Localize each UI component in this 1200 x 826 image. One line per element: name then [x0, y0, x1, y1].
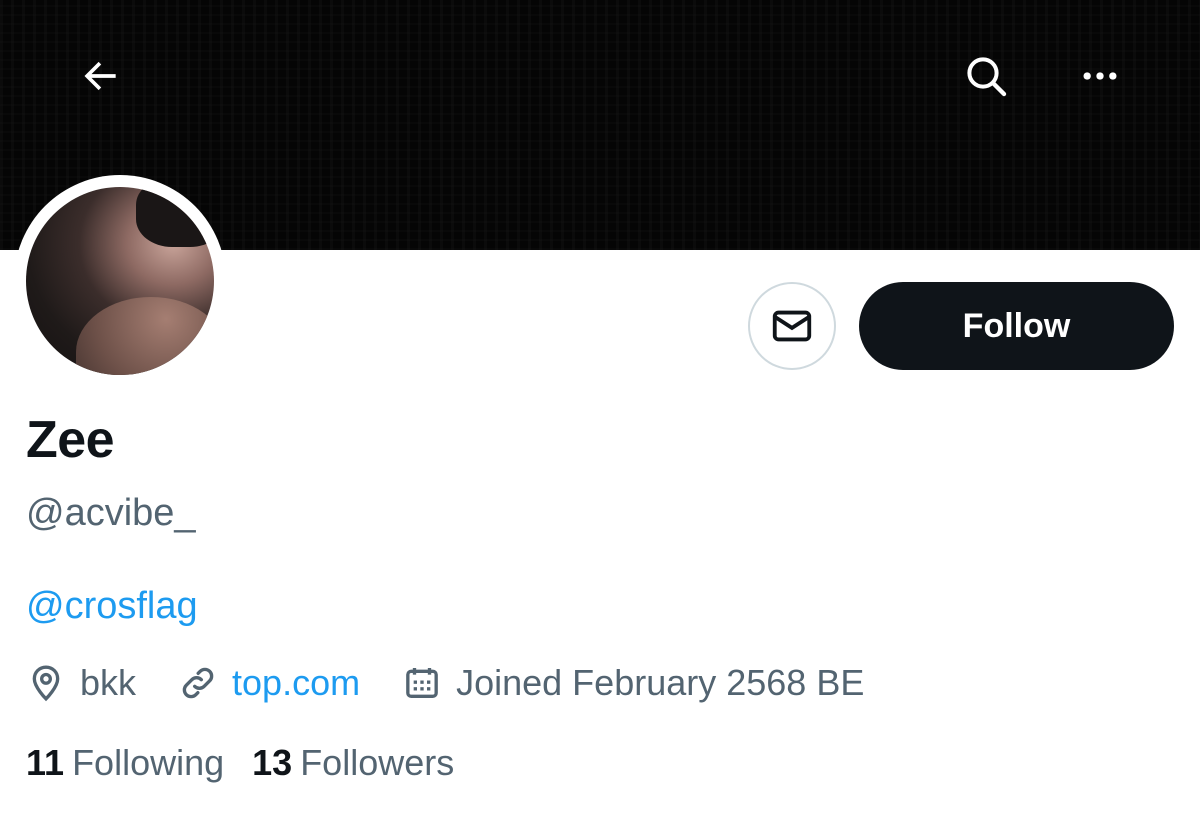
user-handle: @acvibe_ [26, 492, 196, 534]
joined-date: Joined February 2568 BE [456, 662, 865, 703]
location-text: bkk [80, 662, 137, 703]
location-item: bkk [26, 662, 136, 704]
following-label: Following [72, 742, 225, 783]
follow-button[interactable]: Follow [859, 282, 1174, 370]
follow-stats: 11 Following 13 Followers [26, 742, 482, 784]
avatar [26, 187, 214, 375]
location-pin-icon [32, 665, 60, 702]
profile-meta: bkk top.com Joined February 2568 BE [26, 660, 906, 706]
avatar-container[interactable] [14, 175, 226, 387]
display-name: Zee [26, 411, 115, 469]
followers-stat[interactable]: 13 Followers [252, 742, 454, 784]
followers-count: 13 [252, 742, 293, 783]
back-button[interactable] [65, 40, 137, 112]
followers-label: Followers [300, 742, 455, 783]
link-icon [182, 667, 214, 699]
bio-mention-link[interactable]: @crosflag [26, 585, 198, 628]
calendar-icon [406, 668, 438, 698]
website-item: top.com [178, 662, 360, 704]
envelope-icon [772, 310, 812, 342]
joined-item: Joined February 2568 BE [402, 662, 864, 704]
following-stat[interactable]: 11 Following [26, 742, 224, 784]
arrow-left-icon [84, 61, 116, 91]
more-button[interactable] [1064, 40, 1136, 112]
search-button[interactable] [950, 40, 1022, 112]
message-button[interactable] [748, 282, 836, 370]
search-icon [967, 57, 1007, 97]
website-link[interactable]: top.com [232, 662, 360, 704]
following-count: 11 [26, 742, 65, 783]
ellipsis-icon [1083, 72, 1117, 80]
